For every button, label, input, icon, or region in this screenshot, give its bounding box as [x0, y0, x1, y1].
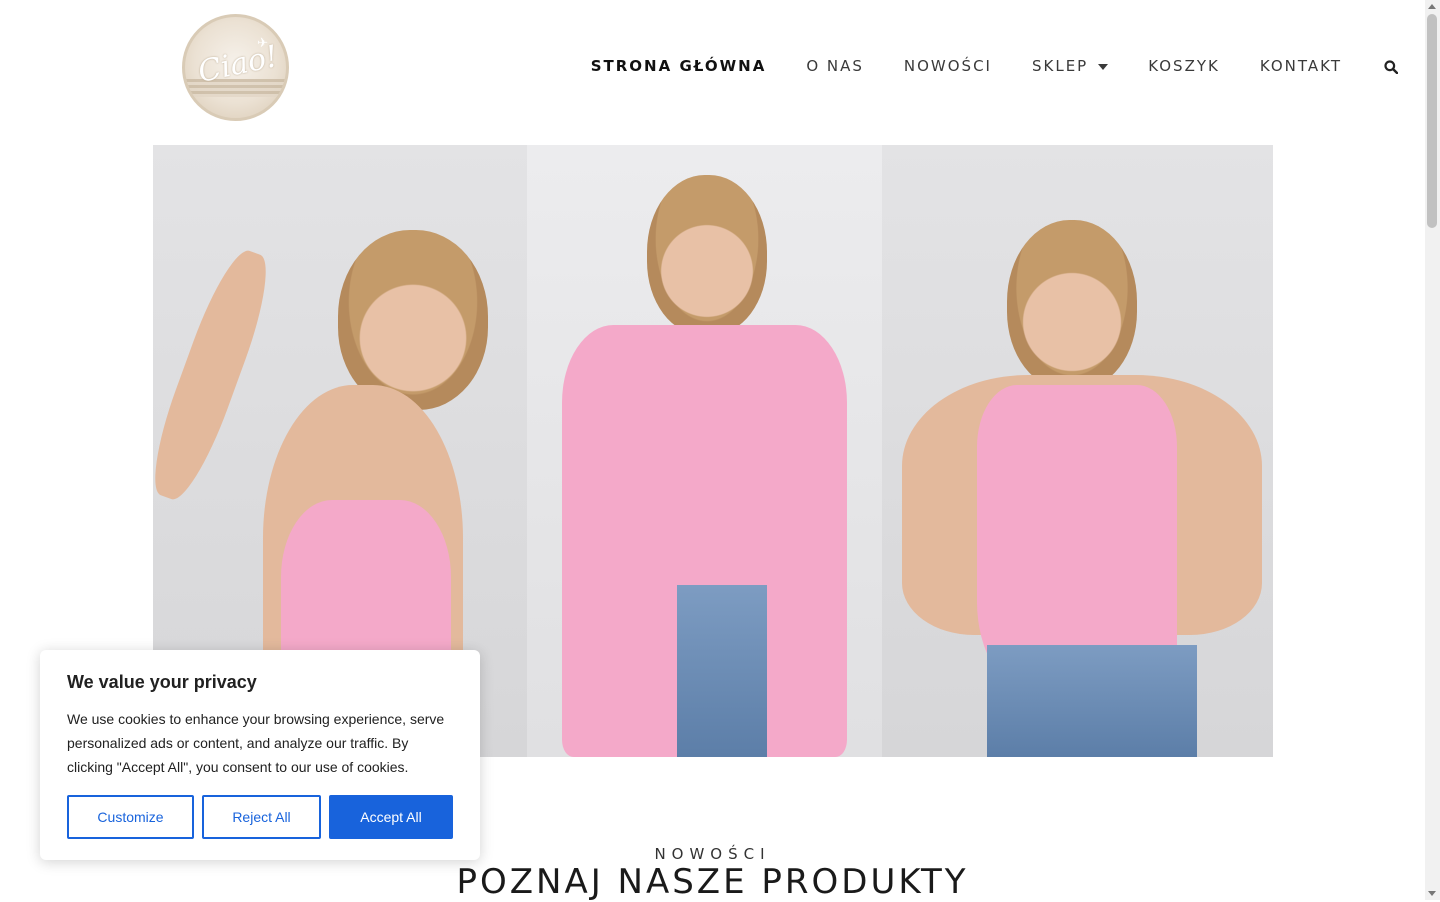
nav-item-shop-label: SKLEP	[1031, 57, 1089, 75]
reject-all-button[interactable]: Reject All	[202, 795, 321, 839]
nav-item-shop[interactable]: SKLEP	[1031, 57, 1109, 75]
model-head	[647, 175, 767, 335]
section-title: POZNAJ NASZE PRODUKTY	[456, 862, 969, 902]
jeans	[677, 585, 767, 757]
model-arm	[153, 243, 281, 507]
nav-item-contact[interactable]: KONTAKT	[1260, 57, 1342, 75]
cookie-consent-banner: We value your privacy We use cookies to …	[40, 650, 480, 860]
caret-down-icon	[1098, 63, 1109, 70]
main-nav: STRONA GŁÓWNA O NAS NOWOŚCI SKLEP KOSZYK…	[551, 57, 1342, 75]
site-header: ✈ Ciao! STRONA GŁÓWNA O NAS NOWOŚCI SKLE…	[0, 0, 1425, 135]
nav-item-cart[interactable]: KOSZYK	[1148, 57, 1220, 75]
search-icon[interactable]	[1384, 60, 1398, 74]
nav-item-home[interactable]: STRONA GŁÓWNA	[591, 57, 767, 75]
scrollbar-thumb[interactable]	[1427, 14, 1437, 228]
jeans	[987, 645, 1197, 757]
model-head	[338, 230, 488, 410]
ciao-logo[interactable]: ✈ Ciao!	[182, 14, 289, 121]
cookie-title: We value your privacy	[67, 672, 257, 692]
accept-all-button[interactable]: Accept All	[329, 795, 453, 839]
section-eyebrow: NOWOŚCI	[654, 845, 771, 863]
hero-photo-center	[527, 145, 882, 757]
cookie-buttons: Customize Reject All Accept All	[67, 795, 453, 839]
model-head	[1007, 220, 1137, 390]
customize-button[interactable]: Customize	[67, 795, 194, 839]
scroll-up-arrow-icon[interactable]	[1428, 4, 1436, 9]
scroll-down-arrow-icon[interactable]	[1428, 891, 1436, 896]
nav-item-new[interactable]: NOWOŚCI	[904, 57, 992, 75]
page-scrollbar[interactable]	[1425, 0, 1440, 900]
hero-photo-right	[882, 145, 1273, 757]
nav-item-about[interactable]: O NAS	[806, 57, 864, 75]
cookie-text: We use cookies to enhance your browsing …	[67, 711, 445, 775]
